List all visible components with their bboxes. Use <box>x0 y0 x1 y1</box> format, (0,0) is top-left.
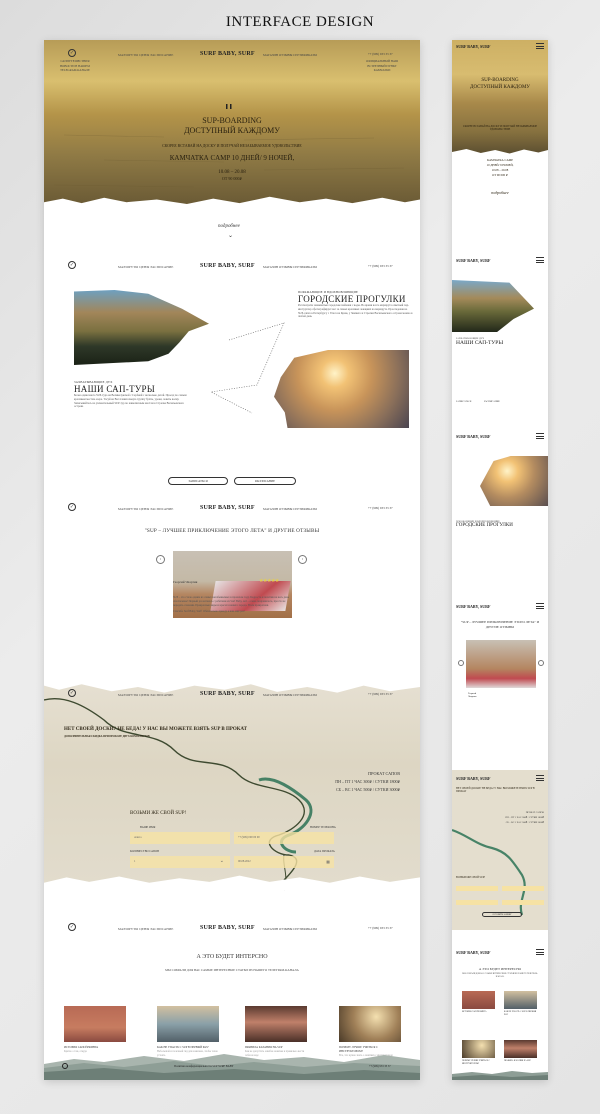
article-thumbnail[interactable] <box>504 1040 537 1058</box>
phone-label: НОМЕР ТЕЛЕФОНА <box>310 826 336 829</box>
article-card[interactable]: КАК НЕ УПАСТЬ С SUP В ПЕРВЫЙ РАЗ? Неболь… <box>157 1006 219 1057</box>
calendar-icon[interactable]: ▦ <box>326 856 330 868</box>
name-field[interactable] <box>456 886 498 891</box>
logo-icon[interactable]: ✓ <box>68 689 76 697</box>
nav-links-left[interactable]: МАРШРУТЫ ЦЕНЫ РАСПИСАНИЕ <box>118 927 174 931</box>
phone-field[interactable] <box>502 886 544 891</box>
date-label: ДАТА ПРОКАТА <box>314 850 335 853</box>
article-thumbnail[interactable] <box>64 1006 126 1042</box>
quantity-select[interactable] <box>456 900 498 905</box>
article-thumbnail[interactable] <box>245 1006 307 1042</box>
mobile-rental-heading: НЕТ СВОЕЙ ДОСКИ? НЕ БЕДА! У НАС ВЫ МОЖЕТ… <box>456 787 535 794</box>
hamburger-menu-icon[interactable] <box>536 949 544 955</box>
interesting-heading: А ЭТО БУДЕТ ИНТЕРСНО <box>196 954 268 960</box>
article-card[interactable]: ПРАВИЛА КАТАНИЯ НА SUP Как не допустить … <box>245 1006 307 1057</box>
desktop-mockup: ✓ САППУТЕШЕСТВИЯ НОВОСТИ В НАШЕМ TELEGRAM-… <box>44 40 420 1080</box>
article-title[interactable]: ИСТОРИЯ САПСЁРФИНГА <box>462 1011 498 1014</box>
phone-number[interactable]: +7 (999) 933 33 37 <box>368 692 393 696</box>
mobile-nav: SURF BABY, SURF <box>452 946 548 960</box>
nav-bar: ✓ МАРШРУТЫ ЦЕНЫ РАСПИСАНИЕ SURF BABY, SU… <box>44 680 420 710</box>
rental-prices: ПРОКАТ САПОВ ПН – ПТ 1 ЧАС 300₽ / СУТКИ … <box>335 771 400 792</box>
date-field[interactable]: 00.08.2022 ▦ <box>234 856 334 868</box>
mobile-interesting-heading: А ЭТО БУДЕТ ИНТЕРЕСНО <box>478 967 522 971</box>
footer-policy-link[interactable]: Политика конфиденциальности SUP SURF BAB… <box>174 1065 234 1068</box>
footer-phone[interactable]: +7 (999) 933 33 37 <box>369 1065 391 1068</box>
mobile-prices: ПРОКАТ САПОВ ПН – ПТ 1 ЧАС 300₽ / СУТКИ 1… <box>505 811 544 824</box>
nav-links-right[interactable]: МАГАЗИН ОТЗЫВЫ СЕРТИФИКАТЫ <box>263 927 317 931</box>
hamburger-menu-icon[interactable] <box>536 775 544 781</box>
name-label: ВАШЕ ИМЯ <box>140 826 156 829</box>
article-card[interactable]: ИСТОРИЯ САПСЁРФИНГА Кратко о том, откуда <box>64 1006 126 1054</box>
article-thumbnail[interactable] <box>462 1040 495 1058</box>
article-title[interactable]: КАК НЕ УПАСТЬ С SUP В ПЕРВЫЙ РАЗ? <box>504 1011 540 1017</box>
nav-links-left[interactable]: МАРШРУТЫ ЦЕНЫ РАСПИСАНИЕ <box>118 693 174 697</box>
quantity-label: КОЛИЧЕСТВО САПОВ <box>130 850 159 853</box>
brand-logo[interactable]: SURF BABY, SURF <box>456 776 491 781</box>
article-thumbnail[interactable] <box>157 1006 219 1042</box>
mobile-interesting-sub: МЫ СОБРАЛИ ДЛЯ ВАС САМЫЕ ИНТЕРЕСНЫЕ СТАТ… <box>462 973 538 978</box>
brand-logo[interactable]: SURF BABY, SURF <box>456 950 491 955</box>
article-thumbnail[interactable] <box>504 991 537 1009</box>
phone-number[interactable]: +7 (999) 933 33 37 <box>368 926 393 930</box>
mobile-mockup: SURF BABY, SURF SUP-BOARDING ДОСТУПНЫЙ КА… <box>452 40 548 1080</box>
form-heading: ВОЗЬМИ ЖЕ СВОЙ SUP! <box>130 811 187 816</box>
rental-subheading: ДОПОЛНИТЕЛЬНАЯ СКИДКА ПРИ ПРОКАТЕ ДВУХ К… <box>64 735 150 738</box>
chevron-down-icon: ⌄ <box>219 859 224 864</box>
article-card[interactable]: ПОЧЕМУ ЛУЧШЕ УЧИТЬСЯ С ИНСТРУКТОРОМ? Все… <box>339 1006 401 1058</box>
submit-request-button[interactable]: ОСТАВИТЬ ЗАЯВКУ <box>482 912 522 917</box>
mountains-footer <box>452 1071 548 1080</box>
brand-logo[interactable]: SURF BABY, SURF <box>200 925 255 931</box>
phone-field[interactable]: +7 (999) 000 00 00 <box>234 832 334 844</box>
river-map-illustration <box>452 828 526 916</box>
quantity-select[interactable]: 1 ⌄ <box>130 856 230 868</box>
rental-heading: НЕТ СВОЕЙ ДОСКИ? НЕ БЕДА! У НАС ВЫ МОЖЕТ… <box>64 727 247 732</box>
presentation-title: INTERFACE DESIGN <box>225 14 375 30</box>
date-field[interactable] <box>502 900 544 905</box>
brand-logo[interactable]: SURF BABY, SURF <box>200 691 255 697</box>
interesting-subheading: МЫ СОБРАЛИ ДЛЯ ВАС САМЫЕ ИНТЕРЕСНЫЕ СТАТ… <box>165 968 299 972</box>
article-title[interactable]: ПРАВИЛА КАТАНИЯ НА SUP <box>504 1060 540 1063</box>
mobile-form-heading: ВОЗЬМИ ЖЕ СВОЙ SUP! <box>456 876 486 879</box>
logo-icon[interactable]: ✓ <box>68 923 76 931</box>
logo-icon[interactable] <box>62 1063 68 1069</box>
nav-bar: ✓ МАРШРУТЫ ЦЕНЫ РАСПИСАНИЕ SURF BABY, SU… <box>44 914 420 944</box>
mobile-nav: SURF BABY, SURF <box>452 772 548 786</box>
article-thumbnail[interactable] <box>462 991 495 1009</box>
nav-links-right[interactable]: МАГАЗИН ОТЗЫВЫ СЕРТИФИКАТЫ <box>263 693 317 697</box>
article-title[interactable]: ПОЧЕМУ ЛУЧШЕ УЧИТЬСЯ С ИНСТРУКТОРОМ? <box>462 1060 498 1066</box>
article-thumbnail[interactable] <box>339 1006 401 1042</box>
name-field[interactable]: Алиса <box>130 832 230 844</box>
